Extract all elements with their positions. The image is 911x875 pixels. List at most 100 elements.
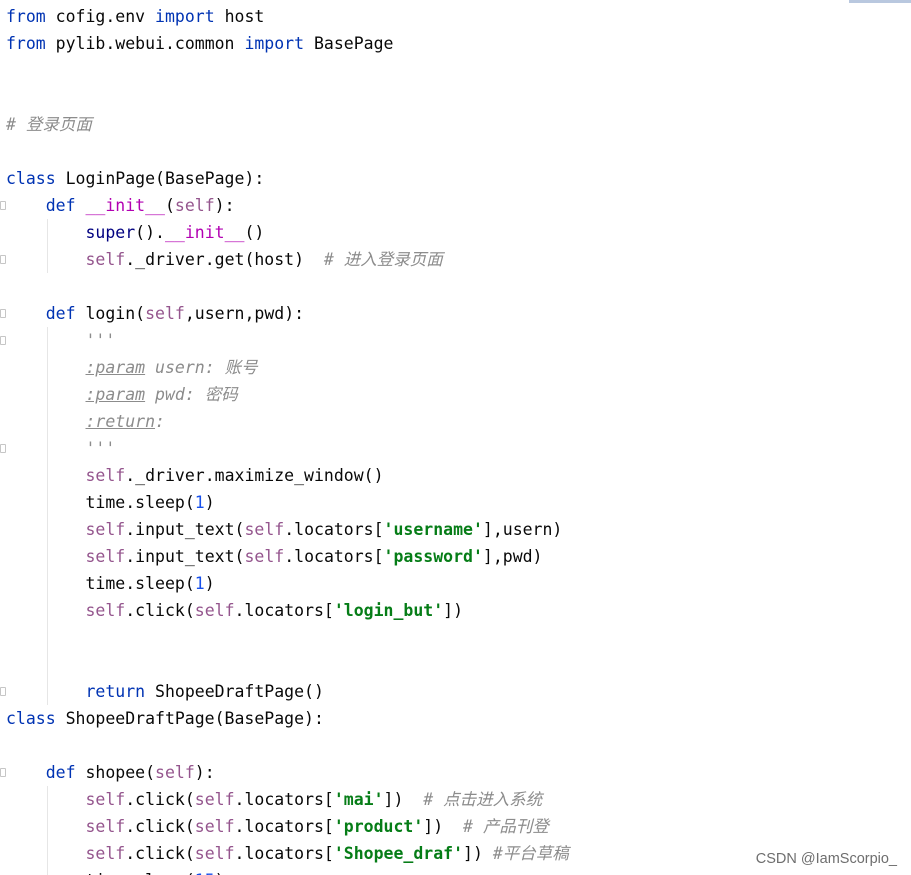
code-token-doctag: :param [85, 385, 146, 404]
code-token-str: 'product' [333, 817, 424, 836]
code-token-self: self [244, 547, 285, 566]
code-line[interactable]: class ShopeeDraftPage(BasePage): [6, 705, 324, 732]
code-token-self: self [85, 790, 126, 809]
code-line[interactable]: ''' [6, 435, 115, 462]
code-line[interactable]: self.input_text(self.locators['username'… [6, 516, 562, 543]
code-token-comment: # 产品刊登 [463, 817, 549, 836]
code-token-kw: import [155, 7, 215, 26]
code-token-self: self [194, 790, 235, 809]
code-line[interactable]: self.click(self.locators['login_but']) [6, 597, 463, 624]
code-token-plain: ._driver.get(host) [125, 250, 324, 269]
code-token-str: 'Shopee_draf' [333, 844, 464, 863]
code-token-self: self [174, 196, 215, 215]
code-token-plain: .input_text( [125, 547, 245, 566]
code-token-kw: from [6, 34, 46, 53]
code-token-str: 'mai' [333, 790, 384, 809]
code-line[interactable]: def __init__(self): [6, 192, 235, 219]
code-line[interactable]: # 登录页面 [6, 111, 92, 138]
code-token-plain: BasePage [304, 34, 394, 53]
code-token-plain: time.sleep( [85, 871, 194, 875]
code-token-plain: .click( [125, 844, 195, 863]
code-line[interactable]: :param pwd: 密码 [6, 381, 238, 408]
code-token-plain: ShopeeDraftPage(BasePage): [55, 709, 324, 728]
code-line[interactable]: def shopee(self): [6, 759, 215, 786]
code-token-plain: host [214, 7, 265, 26]
code-line[interactable]: :return: [6, 408, 165, 435]
code-line[interactable]: self.input_text(self.locators['password'… [6, 543, 543, 570]
code-token-plain: ): [214, 196, 235, 215]
code-token-doc: pwd: 密码 [145, 385, 238, 404]
code-token-num: 1 [194, 493, 205, 512]
code-token-plain: cofig.env [45, 7, 156, 26]
code-token-self: self [194, 844, 235, 863]
code-line[interactable]: def login(self,usern,pwd): [6, 300, 304, 327]
code-token-plain: ]) [463, 844, 493, 863]
code-token-self: self [194, 817, 235, 836]
code-token-plain: ]) [423, 817, 464, 836]
code-token-plain: ) [215, 871, 225, 875]
code-token-plain: (). [135, 223, 165, 242]
code-token-plain: .locators[ [234, 844, 334, 863]
code-line[interactable]: self.click(self.locators['mai']) # 点击进入系… [6, 786, 542, 813]
code-line[interactable]: time.sleep(1) [6, 489, 214, 516]
code-token-plain: pylib.webui.common [45, 34, 245, 53]
code-line[interactable]: class LoginPage(BasePage): [6, 165, 264, 192]
code-token-self: self [85, 601, 126, 620]
code-line[interactable]: ''' [6, 327, 115, 354]
code-token-self: self [85, 817, 126, 836]
code-line[interactable]: self._driver.maximize_window() [6, 462, 383, 489]
code-token-plain: .locators[ [234, 790, 334, 809]
code-token-str: 'password' [383, 547, 483, 566]
code-line[interactable]: from pylib.webui.common import BasePage [6, 30, 393, 57]
code-line[interactable]: return ShopeeDraftPage() [6, 678, 324, 705]
code-token-plain: .click( [125, 790, 195, 809]
code-token-plain: .locators[ [234, 601, 334, 620]
code-line[interactable]: :param usern: 账号 [6, 354, 257, 381]
code-token-self: self [85, 466, 126, 485]
code-token-doc: : [155, 412, 165, 431]
code-token-plain: ( [164, 196, 175, 215]
code-token-doctag: :param [85, 358, 146, 377]
scrollbar-indicator[interactable] [849, 0, 911, 3]
code-token-comment: # 点击进入系统 [423, 790, 543, 809]
code-line[interactable]: super().__init__() [6, 219, 264, 246]
code-editor[interactable]: from cofig.env import host from pylib.web… [0, 0, 911, 875]
code-token-plain: ShopeeDraftPage() [145, 682, 324, 701]
code-token-doc: ''' [85, 331, 116, 350]
code-token-plain: .locators[ [234, 817, 334, 836]
code-token-doc: ''' [85, 439, 116, 458]
code-line[interactable]: self._driver.get(host) # 进入登录页面 [6, 246, 442, 273]
code-line[interactable]: time.sleep(15) [6, 867, 225, 875]
code-token-num: 15 [195, 871, 215, 875]
code-line[interactable]: self.click(self.locators['product']) # 产… [6, 813, 549, 840]
code-line[interactable]: from cofig.env import host [6, 3, 264, 30]
code-token-kw: def [45, 196, 76, 215]
code-token-doc [145, 358, 155, 377]
code-token-num: 1 [194, 574, 205, 593]
code-token-self: self [85, 547, 126, 566]
code-token-plain: time.sleep( [85, 574, 195, 593]
code-token-kw: class [6, 169, 56, 188]
code-token-doc: usern [155, 358, 205, 377]
code-line[interactable]: time.sleep(1) [6, 570, 215, 597]
code-token-plain: ) [204, 574, 215, 593]
code-token-plain: login( [75, 304, 146, 323]
code-token-doctag: :return [85, 412, 156, 431]
code-token-plain: ): [194, 763, 215, 782]
code-token-str: 'username' [383, 520, 483, 539]
code-line[interactable]: self.click(self.locators['Shopee_draf'])… [6, 840, 568, 867]
code-token-plain: ],pwd) [482, 547, 543, 566]
